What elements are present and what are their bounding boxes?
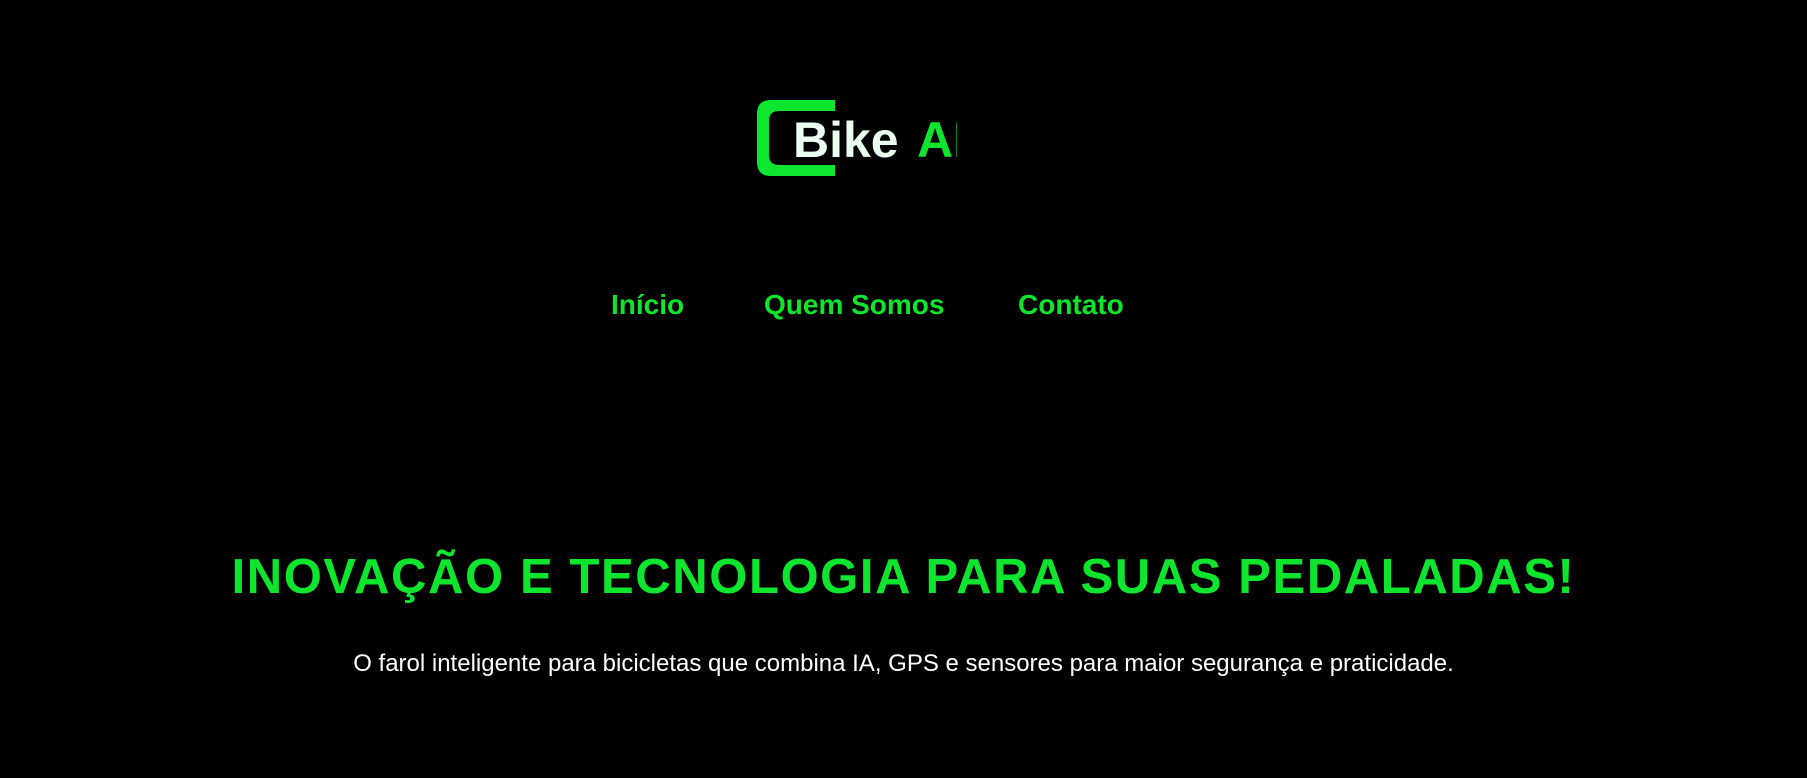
hero-subtitle: O farol inteligente para bicicletas que …	[353, 650, 1454, 677]
main-nav: Início Quem Somos Contato	[0, 287, 1807, 323]
bracket-logo-icon: Bike AI	[757, 100, 957, 176]
nav-item-inicio[interactable]: Início	[611, 287, 684, 323]
nav-item-quem-somos[interactable]: Quem Somos	[764, 287, 944, 323]
logo-text-accent: AI	[917, 112, 957, 168]
hero-title: INOVAÇÃO E TECNOLOGIA PARA SUAS PEDALADA…	[231, 550, 1576, 604]
nav-item-contato[interactable]: Contato	[1018, 287, 1124, 323]
site-logo[interactable]: Bike AI	[757, 100, 977, 176]
hero-section: INOVAÇÃO E TECNOLOGIA PARA SUAS PEDALADA…	[0, 545, 1807, 677]
logo-text-main: Bike	[793, 112, 899, 168]
